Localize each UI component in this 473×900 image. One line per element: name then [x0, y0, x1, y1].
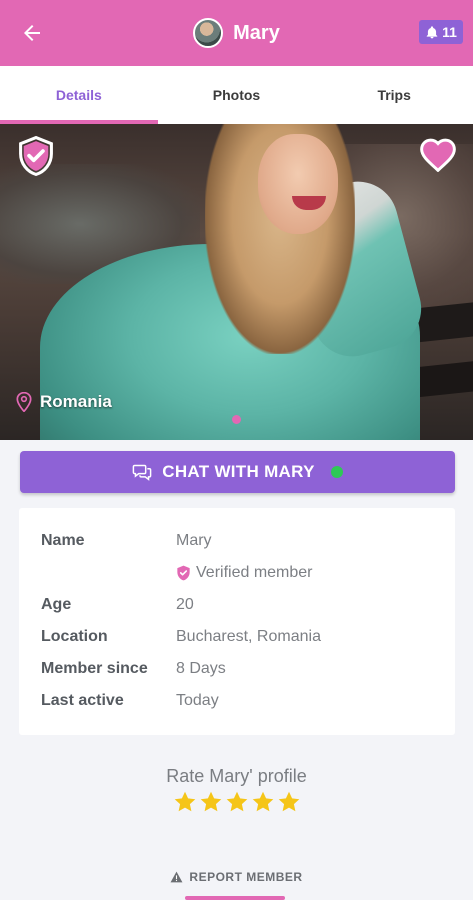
tab-details[interactable]: Details [0, 66, 158, 124]
chat-bubbles-icon [132, 464, 152, 481]
rate-profile-title: Rate Mary' profile [166, 766, 307, 786]
star-icon[interactable] [277, 790, 301, 814]
details-card: Name Mary Verified member Age 20 Locatio… [19, 508, 455, 735]
chat-button[interactable]: CHAT WITH MARY [20, 451, 455, 493]
detail-label: Location [41, 628, 108, 645]
heart-icon[interactable] [418, 136, 458, 172]
profile-tabs: Details Photos Trips [0, 66, 473, 124]
map-pin-icon [16, 392, 32, 412]
detail-row-name: Name Mary [41, 532, 212, 550]
star-icon[interactable] [225, 790, 249, 814]
arrow-left-icon [24, 25, 40, 41]
detail-row-location: Location Bucharest, Romania [41, 628, 321, 646]
location-text: Romania [40, 392, 112, 411]
photo-location: Romania [16, 392, 112, 412]
notification-count: 11 [442, 24, 457, 40]
shield-check-icon [177, 565, 190, 581]
detail-value: 20 [176, 596, 194, 613]
detail-label: Name [41, 532, 85, 549]
detail-value: Bucharest, Romania [176, 628, 321, 645]
bottom-accent-bar [185, 896, 285, 900]
detail-row-member-since: Member since 8 Days [41, 660, 226, 678]
report-label: REPORT MEMBER [189, 870, 303, 884]
header-profile[interactable]: Mary [193, 18, 280, 48]
page-title: Mary [233, 21, 280, 44]
app-header: Mary 11 [0, 0, 473, 66]
detail-row-last-active: Last active Today [41, 692, 219, 710]
detail-value: Today [176, 692, 219, 709]
verified-member-badge: Verified member [176, 564, 313, 582]
detail-label: Last active [41, 692, 124, 709]
star-rating[interactable] [0, 790, 473, 814]
star-icon[interactable] [173, 790, 197, 814]
detail-row-age: Age 20 [41, 596, 194, 614]
detail-label: Member since [41, 660, 148, 677]
photo-face [258, 134, 338, 234]
bell-icon [426, 25, 438, 38]
back-button[interactable] [18, 19, 46, 47]
tab-trips[interactable]: Trips [315, 66, 473, 124]
carousel-indicator[interactable] [232, 415, 241, 424]
warning-icon [170, 871, 183, 883]
avatar[interactable] [193, 18, 224, 48]
report-member-link[interactable]: REPORT MEMBER [0, 870, 473, 884]
chat-button-label: CHAT WITH MARY [162, 462, 315, 481]
shield-check-icon [19, 136, 53, 176]
detail-label: Age [41, 596, 72, 613]
detail-row-verified: Verified member [41, 564, 313, 582]
detail-value: Mary [176, 532, 212, 549]
notifications-button[interactable]: 11 [419, 20, 463, 44]
online-status-indicator [330, 466, 343, 478]
tab-photos[interactable]: Photos [158, 66, 316, 124]
verified-text: Verified member [196, 564, 313, 581]
star-icon[interactable] [199, 790, 223, 814]
detail-value: 8 Days [176, 660, 226, 677]
star-icon[interactable] [251, 790, 275, 814]
profile-photo[interactable]: Romania [0, 124, 473, 440]
